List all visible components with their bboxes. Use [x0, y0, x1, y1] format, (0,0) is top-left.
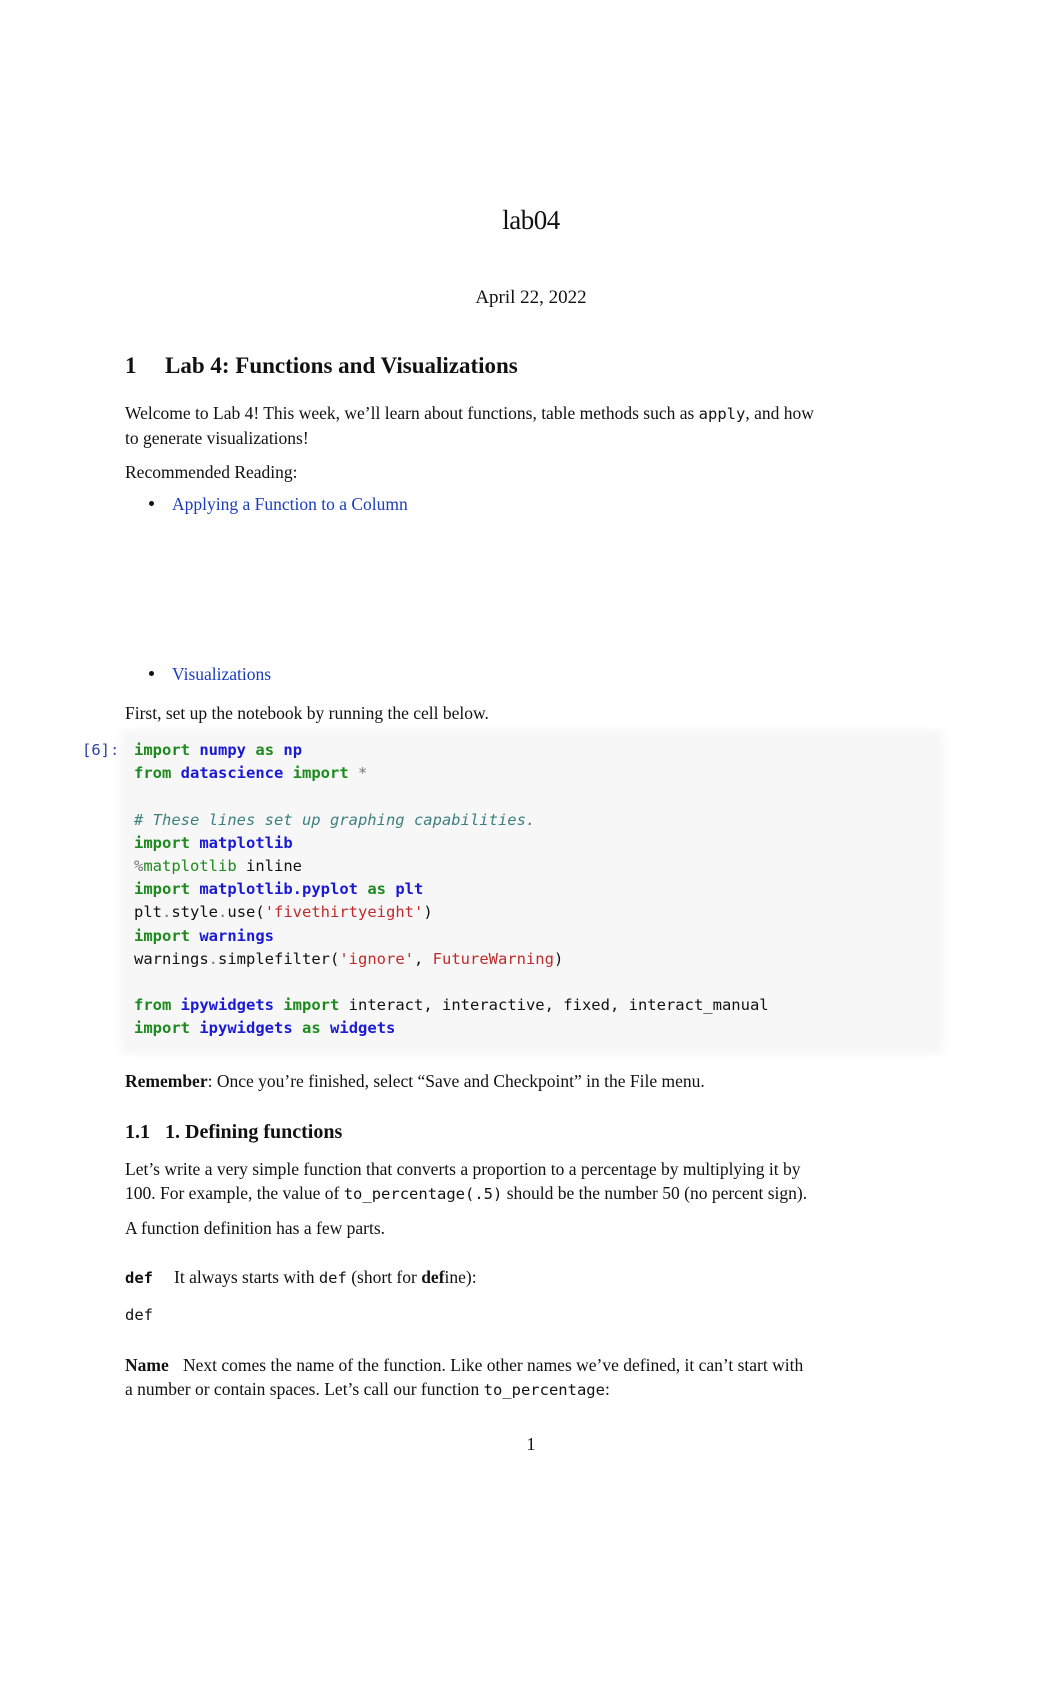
code-line: from datascience import * [134, 762, 367, 785]
code-line: plt.style.use('fivethirtyeight') [134, 901, 433, 924]
para-text: 100. For example, the value of [125, 1183, 344, 1203]
def-term: def [125, 1269, 153, 1287]
code-token: . [162, 903, 172, 921]
code-line: import ipywidgets as widgets [134, 1017, 395, 1040]
setup-instruction: First, set up the notebook by running th… [125, 703, 489, 723]
name-desc-text: a number or contain spaces. Let’s call o… [125, 1379, 484, 1399]
cell-prompt: [6]: [82, 741, 120, 759]
code-token: ) [423, 903, 433, 921]
link-applying-function[interactable]: Applying a Function to a Column [172, 494, 408, 514]
code-token: ipywidgets [180, 996, 274, 1014]
code-token: import [134, 834, 190, 852]
subsection-number: 1.1 [125, 1121, 150, 1143]
intro-text-line2: to generate visualizations! [125, 428, 309, 448]
def-desc-text: ine): [444, 1267, 477, 1287]
code-token: import [134, 1019, 190, 1037]
code-token: 'ignore' [339, 950, 414, 968]
code-token: import [292, 764, 349, 782]
remember-note: Remember: Once you’re finished, select “… [125, 1069, 945, 1093]
inline-code-to-percentage: to_percentage [483, 1381, 605, 1399]
code-line: import warnings [134, 925, 274, 948]
para-text: Let’s write a very simple function that … [125, 1159, 801, 1179]
section-number: 1 [125, 353, 137, 378]
name-desc-text: Next comes the name of the function. Lik… [183, 1355, 804, 1375]
code-token: inline [236, 857, 302, 875]
page-number: 1 [526, 1434, 536, 1454]
function-parts-text: A function definition has a few parts. [125, 1218, 386, 1238]
reading-list-item: Applying a Function to a Column [149, 494, 408, 515]
code-token: widgets [330, 1019, 396, 1037]
code-token: * [358, 764, 368, 782]
code-token: FutureWarning [432, 950, 554, 968]
document-date: April 22, 2022 [475, 287, 587, 308]
code-line: %matplotlib inline [134, 855, 302, 878]
remember-text: : Once you’re finished, select “Save and… [207, 1071, 705, 1091]
section-title: Lab 4: Functions and Visualizations [165, 353, 518, 378]
section-heading-1: 1 Lab 4: Functions and Visualizations [125, 353, 518, 379]
code-token: . [208, 950, 218, 968]
remember-label: Remember [125, 1071, 208, 1091]
code-token: as [302, 1019, 321, 1037]
recommended-reading-label: Recommended Reading: [125, 462, 298, 482]
name-term: Name [125, 1355, 169, 1375]
bullet-icon [149, 501, 154, 507]
code-token: import [134, 741, 190, 759]
def-desc-bold: def [421, 1267, 445, 1287]
code-token: ) [553, 950, 564, 968]
intro-text-cont: , and how [745, 403, 814, 423]
code-line: from ipywidgets import interact, interac… [134, 994, 769, 1017]
code-token: style [171, 903, 219, 921]
code-line: import matplotlib.pyplot as plt [134, 878, 423, 901]
reading-list-item: Visualizations [149, 664, 271, 685]
code-token: % [134, 857, 144, 875]
code-token: matplotlib [199, 834, 293, 852]
code-token: import [283, 996, 340, 1014]
code-token: import [134, 880, 190, 898]
code-token: datascience [180, 764, 284, 782]
code-token: plt [134, 903, 162, 921]
code-token: numpy [199, 741, 247, 759]
name-description: Name Next comes the name of the function.… [125, 1353, 945, 1402]
para-text: should be the number 50 (no percent sign… [502, 1183, 808, 1203]
code-line: import matplotlib [134, 832, 293, 855]
code-token: plt [395, 880, 424, 898]
code-token: import [134, 927, 190, 945]
code-line: warnings.simplefilter('ignore', FutureWa… [134, 948, 563, 971]
inline-code-def: def [318, 1269, 347, 1287]
link-visualizations[interactable]: Visualizations [172, 664, 271, 684]
code-token: . [218, 903, 228, 921]
def-desc-text: (short for [346, 1267, 422, 1287]
def-code-example: def [125, 1306, 153, 1324]
code-comment: # These lines set up graphing capabiliti… [134, 811, 536, 829]
code-token: from [134, 764, 172, 782]
subsection-title: 1. Defining functions [165, 1121, 343, 1143]
name-desc-text: : [604, 1379, 610, 1399]
code-token: simplefilter( [218, 950, 340, 968]
def-desc-text: It always starts with [174, 1267, 319, 1287]
code-token: 'fivethirtyeight' [264, 903, 424, 921]
code-token: matplotlib [143, 857, 237, 875]
section-heading-1-1: 1.1 1. Defining functions [125, 1121, 342, 1144]
code-token: interact, interactive, fixed, interact_m… [339, 996, 769, 1014]
code-token: as [255, 741, 275, 759]
code-token: use( [227, 903, 265, 921]
code-token: , [413, 950, 433, 968]
code-token: matplotlib.pyplot [199, 880, 358, 898]
inline-code-to-percentage-call: to_percentage(.5) [343, 1185, 503, 1203]
intro-text: Welcome to Lab 4! This week, we’ll learn… [125, 403, 699, 423]
code-token: as [367, 880, 386, 898]
code-token: ipywidgets [199, 1019, 293, 1037]
code-token: np [283, 741, 303, 759]
code-token: warnings [134, 950, 209, 968]
code-token: from [134, 996, 172, 1014]
def-description: def It always starts with def (short for … [125, 1265, 945, 1290]
document-title: lab04 [502, 205, 560, 235]
code-line: import numpy as np [134, 739, 302, 762]
intro-paragraph: Welcome to Lab 4! This week, we’ll learn… [125, 401, 945, 450]
code-token: warnings [199, 927, 274, 945]
bullet-icon [149, 671, 154, 677]
inline-code-apply: apply [698, 405, 746, 423]
defining-functions-paragraph: Let’s write a very simple function that … [125, 1157, 945, 1206]
